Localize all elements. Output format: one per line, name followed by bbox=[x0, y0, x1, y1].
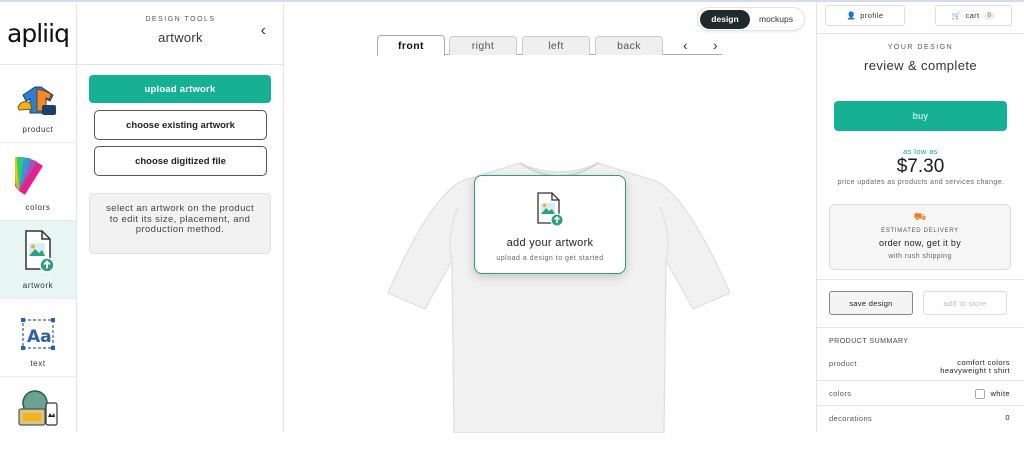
rail-label-text: text bbox=[30, 359, 46, 368]
summary-color-name: white bbox=[990, 388, 1010, 398]
mode-design-toggle[interactable]: design bbox=[700, 9, 750, 29]
design-app: apliiq product colors artwork Aa text DE… bbox=[0, 0, 1024, 455]
profile-label: profile bbox=[860, 11, 884, 20]
chevron-left-icon[interactable]: ‹ bbox=[683, 37, 688, 53]
divider bbox=[817, 327, 1024, 328]
artwork-upload-icon bbox=[25, 230, 55, 273]
rail-item-colors[interactable]: colors bbox=[0, 143, 76, 221]
design-canvas: design mockups front right left back ‹ › bbox=[285, 2, 816, 433]
summary-decorations-value: 0 bbox=[1005, 413, 1010, 422]
as-low-as-label: as low as bbox=[903, 147, 938, 156]
account-bar: 👤 profile 🛒 cart 0 bbox=[817, 2, 1024, 34]
choose-digitized-file-button[interactable]: choose digitized file bbox=[94, 146, 267, 176]
user-icon: 👤 bbox=[846, 11, 857, 20]
add-artwork-card[interactable]: add your artwork upload a design to get … bbox=[474, 175, 626, 274]
delivery-box: ⛟ ESTIMATED DELIVERY order now, get it b… bbox=[829, 204, 1011, 270]
product-summary-heading: PRODUCT SUMMARY bbox=[829, 338, 909, 345]
tab-left[interactable]: left bbox=[522, 36, 590, 55]
price-note: price updates as products and services c… bbox=[837, 179, 1005, 186]
review-title: review & complete bbox=[863, 58, 977, 73]
tools-kicker: DESIGN TOOLS bbox=[145, 16, 216, 23]
apliiq-logo[interactable]: apliiq bbox=[0, 2, 76, 65]
summary-colors-label: colors bbox=[829, 389, 852, 398]
rail-item-product[interactable]: product bbox=[0, 65, 76, 143]
artwork-upload-icon bbox=[537, 192, 564, 227]
your-design-kicker: YOUR DESIGN bbox=[887, 44, 954, 51]
color-swatch bbox=[975, 389, 986, 399]
mode-mockups-toggle[interactable]: mockups bbox=[750, 10, 802, 29]
cart-button[interactable]: 🛒 cart 0 bbox=[935, 5, 1012, 26]
add-artwork-title: add your artwork bbox=[506, 237, 594, 249]
truck-icon: ⛟ bbox=[913, 212, 927, 223]
review-panel: 👤 profile 🛒 cart 0 YOUR DESIGN review & … bbox=[816, 2, 1024, 432]
delivery-sub: with rush shipping bbox=[888, 253, 952, 260]
summary-product-value: comfort colors heavyweight t shirt bbox=[940, 359, 1010, 375]
tool-rail: apliiq product colors artwork Aa text bbox=[0, 2, 77, 432]
text-aa-icon: Aa bbox=[21, 318, 55, 350]
artwork-hint: select an artwork on the product to edit… bbox=[89, 193, 271, 254]
rail-label-product: product bbox=[22, 125, 54, 134]
tab-back[interactable]: back bbox=[595, 36, 663, 55]
summary-decorations-label: decorations bbox=[829, 414, 873, 423]
tab-right[interactable]: right bbox=[449, 36, 517, 55]
profile-button[interactable]: 👤 profile bbox=[825, 5, 905, 26]
summary-colors-value: white bbox=[975, 389, 1010, 399]
rail-item-patches[interactable] bbox=[0, 377, 76, 455]
color-swatch-icon bbox=[15, 157, 43, 195]
tools-header: DESIGN TOOLS artwork ‹ bbox=[78, 2, 283, 65]
rail-item-text[interactable]: Aa text bbox=[0, 299, 76, 377]
summary-product-line2: heavyweight t shirt bbox=[940, 366, 1010, 375]
design-tools-panel: DESIGN TOOLS artwork ‹ upload artwork ch… bbox=[78, 2, 284, 432]
mode-switch: design mockups bbox=[697, 7, 805, 31]
cart-icon: 🛒 bbox=[951, 11, 962, 20]
divider bbox=[817, 279, 1024, 280]
divider bbox=[817, 380, 1024, 381]
upload-artwork-button[interactable]: upload artwork bbox=[89, 75, 271, 103]
product-apparel-icon bbox=[17, 86, 56, 115]
choose-existing-artwork-button[interactable]: choose existing artwork bbox=[94, 110, 267, 140]
chevron-right-icon[interactable]: › bbox=[713, 37, 718, 53]
save-design-button[interactable]: save design bbox=[829, 291, 913, 315]
add-to-store-button: add to store bbox=[923, 291, 1007, 315]
tab-front[interactable]: front bbox=[377, 35, 445, 56]
buy-button[interactable]: buy bbox=[834, 101, 1007, 131]
patches-labels-icon bbox=[18, 390, 58, 426]
rail-label-artwork: artwork bbox=[22, 281, 54, 290]
rail-item-artwork[interactable]: artwork bbox=[0, 221, 76, 299]
view-tabs: front right left back bbox=[377, 34, 722, 56]
price-value: $7.30 bbox=[896, 156, 945, 177]
divider bbox=[817, 405, 1024, 406]
chevron-left-icon[interactable]: ‹ bbox=[261, 22, 266, 40]
svg-text:Aa: Aa bbox=[27, 327, 52, 347]
delivery-kicker: ESTIMATED DELIVERY bbox=[881, 228, 959, 234]
rail-label-colors: colors bbox=[25, 203, 51, 212]
tools-title: artwork bbox=[158, 30, 203, 45]
delivery-main: order now, get it by bbox=[878, 238, 962, 248]
cart-count-badge: 0 bbox=[983, 11, 996, 20]
add-artwork-subtitle: upload a design to get started bbox=[496, 255, 604, 262]
summary-product-label: product bbox=[829, 359, 857, 368]
cart-label: cart bbox=[965, 11, 980, 20]
